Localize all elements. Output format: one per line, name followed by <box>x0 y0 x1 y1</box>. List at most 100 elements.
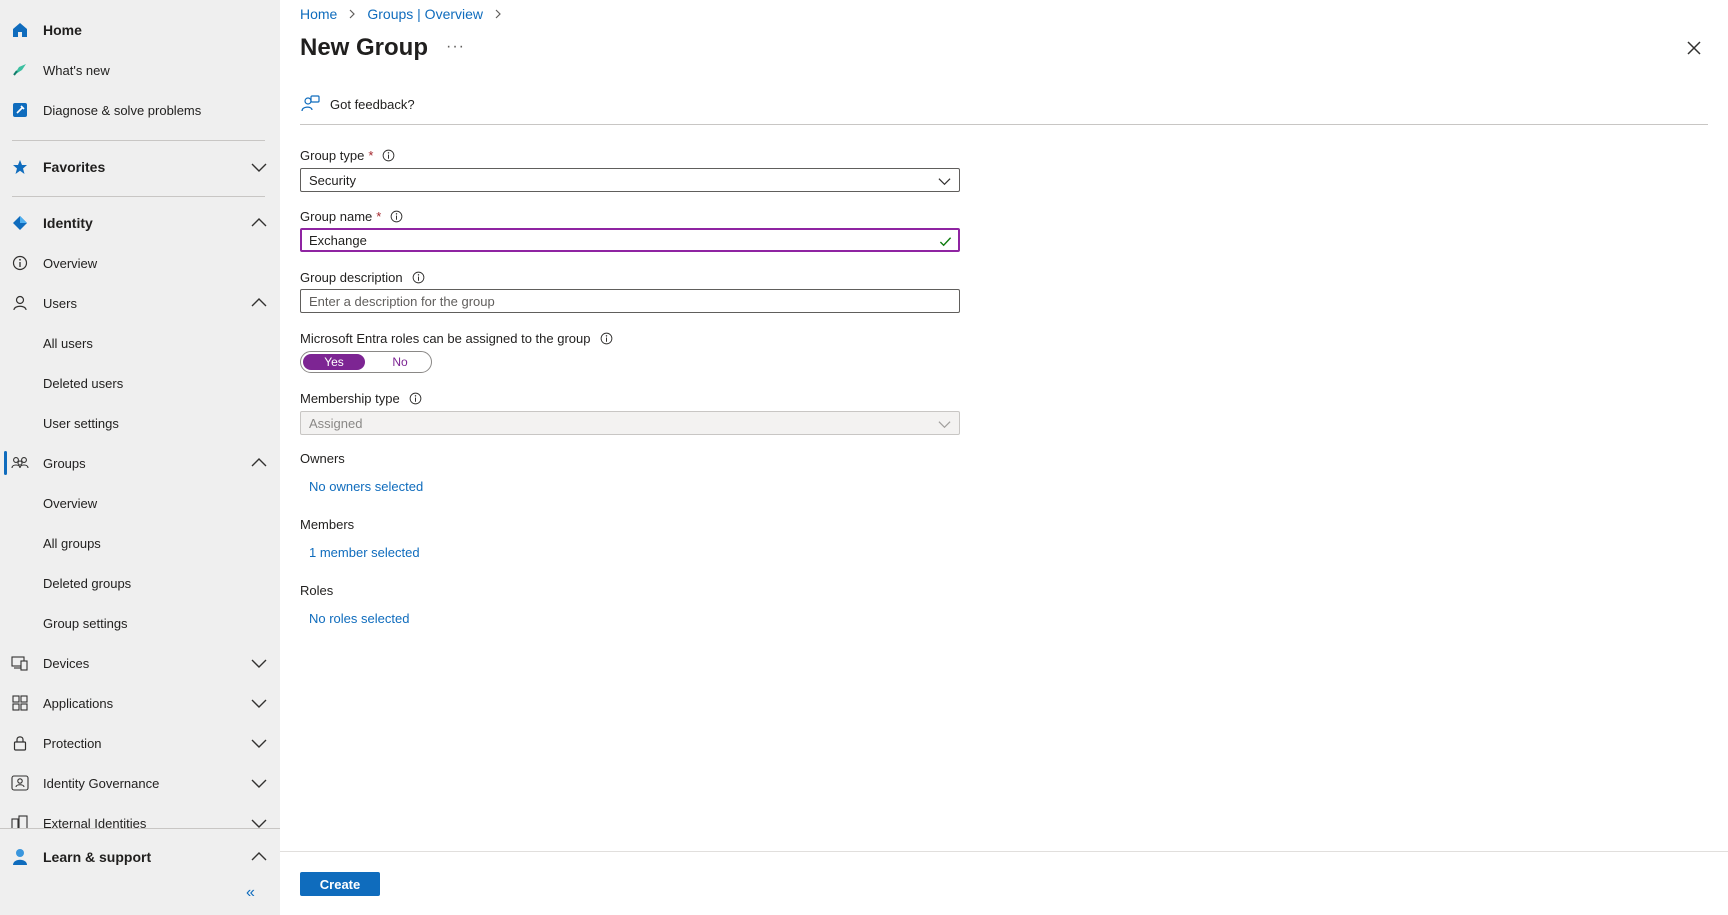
sidebar-item-label: Groups <box>43 455 86 471</box>
sidebar-item-user-settings[interactable]: User settings <box>0 405 280 441</box>
footer-divider <box>280 851 1728 852</box>
toggle-no-option[interactable]: No <box>369 354 431 370</box>
sidebar-item-group-settings[interactable]: Group settings <box>0 605 280 641</box>
sidebar-divider <box>0 828 280 829</box>
sidebar-item-deleted-users[interactable]: Deleted users <box>0 365 280 401</box>
chevron-down-icon[interactable] <box>251 815 267 828</box>
group-name-field[interactable]: Exchange <box>300 228 960 252</box>
sidebar-item-label: Diagnose & solve problems <box>43 102 202 118</box>
devices-icon <box>10 653 30 673</box>
info-icon[interactable] <box>412 271 425 284</box>
more-options-icon[interactable]: ··· <box>446 38 465 56</box>
sidebar-item-groups-overview[interactable]: Overview <box>0 485 280 521</box>
toggle-yes-option[interactable]: Yes <box>303 354 365 370</box>
chevron-down-icon[interactable] <box>251 695 267 711</box>
owners-link[interactable]: No owners selected <box>309 479 423 494</box>
sidebar-item-users[interactable]: Users <box>0 285 280 321</box>
sidebar-item-devices[interactable]: Devices <box>0 645 280 681</box>
info-icon[interactable] <box>382 149 395 162</box>
sidebar-item-overview[interactable]: Overview <box>0 245 280 281</box>
info-icon <box>10 253 30 273</box>
feedback-icon <box>301 95 320 112</box>
sidebar-item-label: All groups <box>43 535 101 551</box>
sidebar-item-label: Deleted users <box>43 375 124 391</box>
page-title: New Group <box>300 34 429 61</box>
sidebar-item-home[interactable]: Home <box>0 12 280 48</box>
info-icon[interactable] <box>390 210 403 223</box>
applications-icon <box>10 693 30 713</box>
sidebar-item-label: External Identities <box>43 815 147 829</box>
sidebar-item-protection[interactable]: Protection <box>0 725 280 761</box>
sidebar-item-diagnose[interactable]: Diagnose & solve problems <box>0 92 280 128</box>
sidebar-item-label: Favorites <box>43 159 106 175</box>
chevron-up-icon[interactable] <box>251 849 267 865</box>
sidebar-item-groups[interactable]: Groups <box>0 445 280 481</box>
sidebar-item-all-users[interactable]: All users <box>0 325 280 361</box>
info-icon[interactable] <box>600 332 613 345</box>
group-description-label: Group description <box>300 270 425 285</box>
roles-label: Roles <box>300 583 334 598</box>
sidebar-item-identity[interactable]: Identity <box>0 205 280 241</box>
group-description-field[interactable] <box>300 289 960 313</box>
sidebar-item-label: What's new <box>43 62 110 78</box>
chevron-down-icon[interactable] <box>251 775 267 791</box>
user-icon <box>10 293 30 313</box>
breadcrumb-home[interactable]: Home <box>300 6 337 22</box>
group-type-dropdown[interactable]: Security <box>300 168 960 192</box>
governance-icon <box>10 773 30 793</box>
breadcrumb-groups-overview[interactable]: Groups | Overview <box>367 6 483 22</box>
sidebar-item-learn-support[interactable]: Learn & support <box>0 839 280 875</box>
toolbar-divider <box>300 124 1708 125</box>
sidebar-item-label: Users <box>43 295 77 311</box>
sidebar-item-label: Identity Governance <box>43 775 160 791</box>
identity-diamond-icon <box>10 213 30 233</box>
chevron-down-icon <box>938 421 951 429</box>
group-type-label: Group type * <box>300 148 395 163</box>
chevron-down-icon <box>938 178 951 186</box>
feedback-button[interactable]: Got feedback? <box>300 94 415 114</box>
group-name-value[interactable]: Exchange <box>309 233 367 248</box>
chevron-up-icon[interactable] <box>251 295 267 311</box>
sidebar-item-all-groups[interactable]: All groups <box>0 525 280 561</box>
sidebar: Home What's new Diagnose & solve problem… <box>0 0 280 915</box>
members-label: Members <box>300 517 355 532</box>
group-name-label-text: Group name <box>300 209 373 224</box>
sidebar-item-label: All users <box>43 335 93 351</box>
sidebar-item-whats-new[interactable]: What's new <box>0 52 280 88</box>
owners-label: Owners <box>300 451 345 466</box>
membership-type-value: Assigned <box>309 415 363 431</box>
sidebar-item-label: Overview <box>43 495 98 511</box>
group-description-input[interactable] <box>309 290 959 312</box>
roles-link[interactable]: No roles selected <box>309 611 409 626</box>
sidebar-item-favorites[interactable]: Favorites <box>0 149 280 185</box>
entra-roles-toggle[interactable]: Yes No <box>300 351 432 373</box>
sidebar-item-external-identities[interactable]: External Identities <box>0 805 280 828</box>
learn-support-icon <box>10 847 30 867</box>
membership-type-dropdown: Assigned <box>300 411 960 435</box>
chevron-down-icon[interactable] <box>251 735 267 751</box>
sidebar-item-applications[interactable]: Applications <box>0 685 280 721</box>
chevron-down-icon[interactable] <box>251 655 267 671</box>
entra-roles-label-text: Microsoft Entra roles can be assigned to… <box>300 331 591 346</box>
star-icon <box>10 157 30 177</box>
sidebar-item-label: Overview <box>43 255 98 271</box>
close-icon[interactable] <box>1685 39 1703 57</box>
sidebar-item-identity-governance[interactable]: Identity Governance <box>0 765 280 801</box>
collapse-sidebar-icon[interactable]: « <box>246 884 266 902</box>
required-mark: * <box>376 209 382 224</box>
sidebar-nav: Home What's new Diagnose & solve problem… <box>0 0 280 828</box>
members-link[interactable]: 1 member selected <box>309 545 420 560</box>
checkmark-icon <box>939 237 952 247</box>
lock-icon <box>10 733 30 753</box>
main-panel: Home Groups | Overview New Group ··· Got… <box>280 0 1728 915</box>
chevron-up-icon[interactable] <box>251 215 267 231</box>
groups-icon <box>10 453 30 473</box>
group-description-label-text: Group description <box>300 270 403 285</box>
chevron-down-icon[interactable] <box>251 159 267 175</box>
info-icon[interactable] <box>409 392 422 405</box>
breadcrumb: Home Groups | Overview <box>300 6 513 22</box>
sidebar-item-deleted-groups[interactable]: Deleted groups <box>0 565 280 601</box>
membership-type-label: Membership type <box>300 391 422 406</box>
chevron-up-icon[interactable] <box>251 455 267 471</box>
create-button[interactable]: Create <box>300 872 380 896</box>
